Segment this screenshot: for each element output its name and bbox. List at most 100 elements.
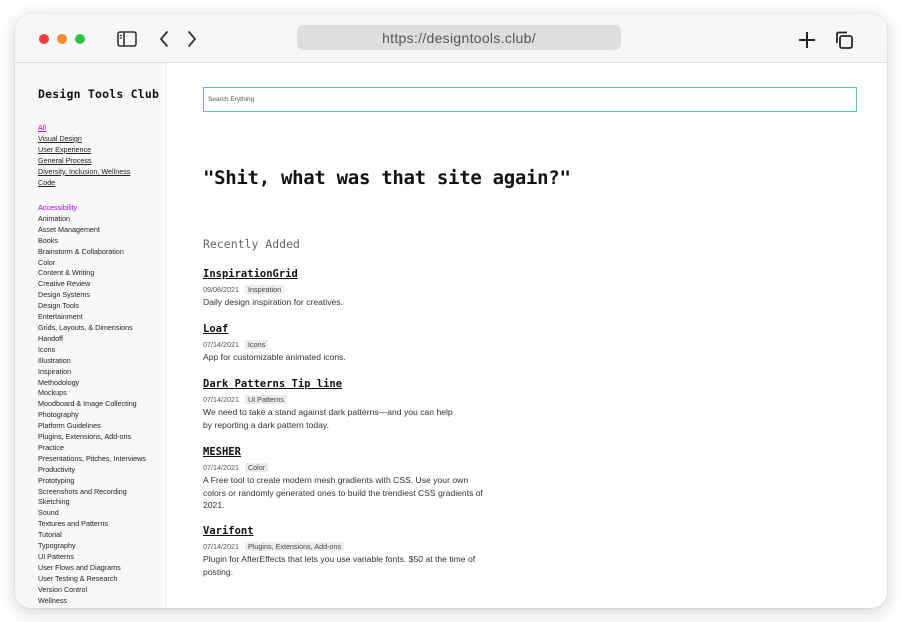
- section-title: Recently Added: [203, 237, 300, 251]
- description-line: A Free tool to create modern mesh gradie…: [203, 475, 469, 485]
- browser-toolbar: https://designtools.club/: [15, 14, 887, 63]
- address-bar[interactable]: https://designtools.club/: [297, 25, 621, 50]
- category-item[interactable]: Prototyping: [38, 476, 146, 487]
- entry-meta: 07/14/2021 UI Patterns: [203, 394, 523, 404]
- list-item: MESHER 07/14/2021 Color A Free tool to crea…: [203, 446, 523, 512]
- sidebar: Design Tools Club All Visual Design User E…: [15, 63, 167, 608]
- category-item[interactable]: Design Tools: [38, 301, 146, 312]
- back-icon[interactable]: [153, 28, 175, 50]
- category-item[interactable]: Color: [38, 258, 146, 269]
- category-item[interactable]: Platform Guidelines: [38, 421, 146, 432]
- entry-tag[interactable]: Icons: [244, 339, 269, 349]
- tabs-icon[interactable]: [833, 29, 855, 51]
- category-item[interactable]: Sketching: [38, 497, 146, 508]
- category-item[interactable]: Entertainment: [38, 312, 146, 323]
- sidebar-item[interactable]: General Process: [38, 156, 130, 167]
- category-item[interactable]: Content & Writing: [38, 268, 146, 279]
- description-line: 2021.: [203, 500, 225, 510]
- category-item[interactable]: Practice: [38, 443, 146, 454]
- category-item[interactable]: Methodology: [38, 378, 146, 389]
- entry-tag[interactable]: Color: [244, 462, 269, 472]
- url-text: https://designtools.club/: [382, 29, 536, 46]
- close-window-button[interactable]: [39, 34, 49, 44]
- main-content: "Shit, what was that site again?" Recent…: [167, 63, 887, 608]
- forward-icon[interactable]: [181, 28, 203, 50]
- entry-title-link[interactable]: InspirationGrid: [203, 268, 523, 280]
- category-item[interactable]: Creative Review: [38, 279, 146, 290]
- primary-nav: All Visual Design User Experience General P…: [38, 123, 130, 188]
- description-line: posting.: [203, 566, 234, 577]
- entry-description: We need to take a stand against dark pat…: [203, 406, 523, 431]
- browser-window: https://designtools.club/ Design Tools C…: [15, 14, 887, 608]
- category-item[interactable]: Plugins, Extensions, Add-ons: [38, 432, 146, 443]
- description-line: We need to take a stand against dark pat…: [203, 407, 453, 417]
- description-line: App for customizable animated icons.: [203, 352, 346, 362]
- category-item[interactable]: User Testing & Research: [38, 574, 146, 585]
- list-item: Dark Patterns Tip line 07/14/2021 UI Patte…: [203, 378, 523, 431]
- entry-date: 07/14/2021: [203, 339, 239, 349]
- sidebar-item[interactable]: User Experience: [38, 145, 130, 156]
- entry-title-link[interactable]: Varifont: [203, 525, 523, 537]
- entry-tag[interactable]: Plugins, Extensions, Add-ons: [244, 541, 345, 551]
- category-item[interactable]: UI Patterns: [38, 552, 146, 563]
- category-item[interactable]: Presentations, Pitches, Interviews: [38, 454, 146, 465]
- entry-meta: 07/14/2021 Icons: [203, 339, 523, 349]
- entry-meta: 07/14/2021 Plugins, Extensions, Add-ons: [203, 541, 523, 551]
- sidebar-icon[interactable]: [116, 28, 138, 50]
- description-line: by reporting a dark pattern today.: [203, 419, 329, 430]
- category-item[interactable]: Textures and Patterns: [38, 519, 146, 530]
- category-item[interactable]: Asset Management: [38, 225, 146, 236]
- entry-date: 07/14/2021: [203, 394, 239, 404]
- category-item[interactable]: Inspiration: [38, 367, 146, 378]
- category-item[interactable]: User Flows and Diagrams: [38, 563, 146, 574]
- category-item[interactable]: Typography: [38, 541, 146, 552]
- category-item[interactable]: Tutorial: [38, 530, 146, 541]
- category-item[interactable]: Sound: [38, 508, 146, 519]
- entry-title-link[interactable]: MESHER: [203, 446, 523, 458]
- category-item[interactable]: Grids, Layouts, & Dimensions: [38, 323, 146, 334]
- sidebar-item[interactable]: Code: [38, 178, 130, 189]
- entry-date: 07/14/2021: [203, 462, 239, 472]
- entry-title-link[interactable]: Dark Patterns Tip line: [203, 378, 523, 390]
- category-item[interactable]: Brainstorm & Collaboration: [38, 247, 146, 258]
- maximize-window-button[interactable]: [75, 34, 85, 44]
- description-line: Plugin for AfterEffects that lets you us…: [203, 554, 476, 564]
- page-headline: "Shit, what was that site again?": [203, 167, 571, 189]
- category-nav: Accessibility Animation Asset Management Bo…: [38, 203, 146, 607]
- category-item[interactable]: Icons: [38, 345, 146, 356]
- entry-description: App for customizable animated icons.: [203, 351, 523, 364]
- entry-tag[interactable]: Inspiration: [244, 284, 285, 294]
- category-item[interactable]: Handoff: [38, 334, 146, 345]
- list-item: InspirationGrid 09/08/2021 Inspiration Dail…: [203, 268, 523, 309]
- category-item[interactable]: Wellness: [38, 596, 146, 607]
- category-item[interactable]: Animation: [38, 214, 146, 225]
- category-item[interactable]: Version Control: [38, 585, 146, 596]
- description-line: colors or randomly generated ones to bui…: [203, 487, 483, 498]
- sidebar-item[interactable]: Diversity, Inclusion, Wellness: [38, 167, 130, 178]
- list-item: Loaf 07/14/2021 Icons App for customizable …: [203, 323, 523, 364]
- sidebar-item[interactable]: Visual Design: [38, 134, 130, 145]
- entry-description: A Free tool to create modern mesh gradie…: [203, 474, 523, 512]
- category-item[interactable]: Screenshots and Recording: [38, 487, 146, 498]
- category-item[interactable]: Books: [38, 236, 146, 247]
- category-item[interactable]: Accessibility: [38, 203, 146, 214]
- list-item: Varifont 07/14/2021 Plugins, Extensions, A…: [203, 525, 523, 578]
- entry-description: Daily design inspiration for creatives.: [203, 296, 523, 309]
- search-input[interactable]: [203, 87, 857, 112]
- description-line: Daily design inspiration for creatives.: [203, 297, 343, 307]
- category-item[interactable]: Design Systems: [38, 290, 146, 301]
- entry-tag[interactable]: UI Patterns: [244, 394, 287, 404]
- entry-description: Plugin for AfterEffects that lets you us…: [203, 553, 523, 578]
- category-item[interactable]: Illustration: [38, 356, 146, 367]
- sidebar-item[interactable]: All: [38, 123, 130, 134]
- entry-meta: 07/14/2021 Color: [203, 462, 523, 472]
- category-item[interactable]: Productivity: [38, 465, 146, 476]
- category-item[interactable]: Moodboard & Image Collecting: [38, 399, 146, 410]
- minimize-window-button[interactable]: [57, 34, 67, 44]
- site-title[interactable]: Design Tools Club: [38, 87, 159, 101]
- entry-title-link[interactable]: Loaf: [203, 323, 523, 335]
- category-item[interactable]: Photography: [38, 410, 146, 421]
- new-tab-icon[interactable]: [796, 29, 818, 51]
- entry-date: 09/08/2021: [203, 284, 239, 294]
- category-item[interactable]: Mockups: [38, 388, 146, 399]
